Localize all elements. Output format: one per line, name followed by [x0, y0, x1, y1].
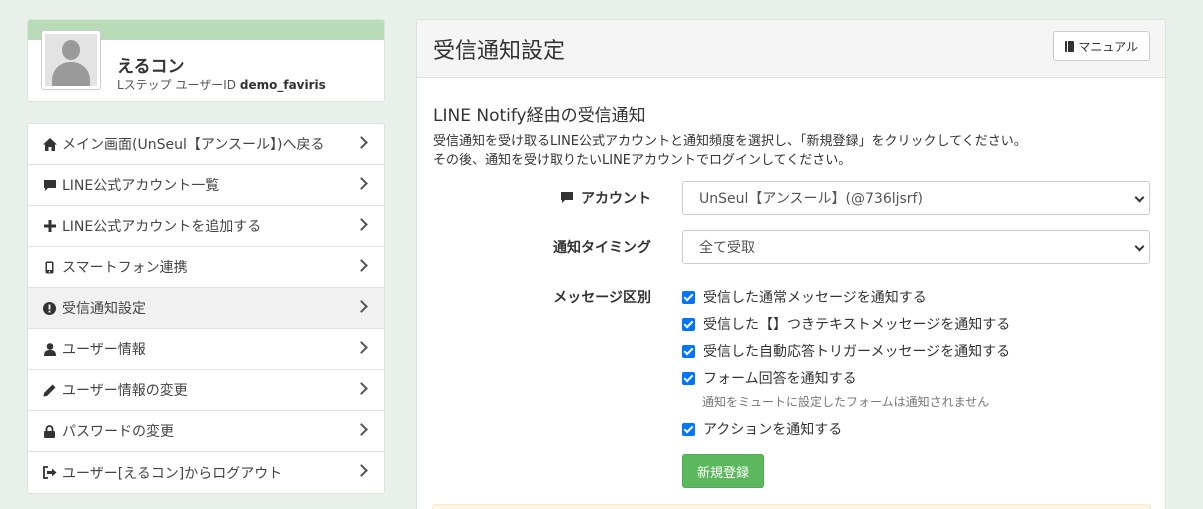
checkbox-form-answer[interactable]: フォーム回答を通知する	[682, 368, 857, 388]
profile-name: えるコン	[117, 57, 185, 77]
menu-item-label: メイン画面(UnSeul【アンスール】)へ戻る	[62, 137, 325, 153]
profile-id-label: Lステップ ユーザーID	[117, 78, 237, 92]
timing-select[interactable]: 全て受取	[682, 230, 1150, 264]
description-line-2: その後、通知を受け取りたいLINEアカウントでログインしてください。	[433, 153, 852, 168]
comment-icon	[561, 192, 574, 203]
profile-user-id: Lステップ ユーザーID demo_faviris	[117, 76, 326, 93]
phone-icon	[42, 260, 57, 274]
timing-select-value: 全て受取	[699, 240, 755, 256]
menu-item-main[interactable]: メイン画面(UnSeul【アンスール】)へ戻る	[28, 124, 384, 165]
chevron-right-icon	[355, 218, 368, 231]
menu-item-add-account[interactable]: LINE公式アカウントを追加する	[28, 206, 384, 247]
notification-settings-panel: 受信通知設定 マニュアル LINE Notify経由の受信通知 受信通知を受け取…	[416, 19, 1166, 509]
chevron-right-icon	[355, 382, 368, 395]
checkbox-label: フォーム回答を通知する	[703, 371, 857, 387]
description-line-1: 受信通知を受け取るLINE公式アカウントと通知頻度を選択し、「新規登録」をクリッ…	[433, 134, 1027, 149]
page-title: 受信通知設定	[433, 39, 566, 64]
home-icon	[42, 137, 57, 151]
manual-button-label: マニュアル	[1078, 39, 1138, 54]
chevron-right-icon	[355, 341, 368, 354]
exclamation-circle-icon	[42, 301, 57, 315]
profile-id-value: demo_faviris	[239, 78, 326, 92]
profile-card: えるコン Lステップ ユーザーID demo_faviris	[27, 19, 385, 102]
menu-item-edit-user[interactable]: ユーザー情報の変更	[28, 370, 384, 411]
checkbox-label: 受信した通常メッセージを通知する	[703, 290, 927, 306]
checkbox-label: アクションを通知する	[703, 422, 843, 438]
menu-item-label: LINE公式アカウントを追加する	[62, 219, 262, 235]
comment-icon	[42, 178, 57, 192]
form-answer-help-text: 通知をミュートに設定したフォームは通知されません	[702, 395, 990, 409]
chevron-right-icon	[355, 464, 368, 477]
menu-item-user-info[interactable]: ユーザー情報	[28, 329, 384, 370]
checkbox-auto-reply-message[interactable]: 受信した自動応答トリガーメッセージを通知する	[682, 341, 1010, 361]
chevron-right-icon	[355, 177, 368, 190]
warning-alert	[432, 504, 1151, 509]
pencil-icon	[42, 383, 57, 397]
menu-item-smartphone[interactable]: スマートフォン連携	[28, 247, 384, 288]
menu-item-line-accounts[interactable]: LINE公式アカウント一覧	[28, 165, 384, 206]
menu-item-label: パスワードの変更	[62, 424, 174, 440]
menu-item-logout[interactable]: ユーザー[えるコン]からログアウト	[28, 452, 384, 493]
checkbox-label: 受信した自動応答トリガーメッセージを通知する	[703, 344, 1011, 360]
section-description: 受信通知を受け取るLINE公式アカウントと通知頻度を選択し、「新規登録」をクリッ…	[433, 132, 1027, 170]
menu-item-label: LINE公式アカウント一覧	[62, 178, 220, 194]
message-distinction-label: メッセージ区別	[553, 290, 651, 306]
checkbox-label: 受信した【】つきテキストメッセージを通知する	[703, 317, 1011, 333]
chevron-right-icon	[355, 136, 368, 149]
chevron-down-icon	[1134, 241, 1145, 252]
chevron-right-icon	[355, 423, 368, 436]
side-menu: メイン画面(UnSeul【アンスール】)へ戻る LINE公式アカウント一覧 LI…	[27, 123, 385, 494]
checkbox-normal-message[interactable]: 受信した通常メッセージを通知する	[682, 287, 927, 307]
menu-item-label: ユーザー情報	[62, 342, 146, 358]
menu-item-label: 受信通知設定	[62, 301, 146, 317]
register-button[interactable]: 新規登録	[682, 454, 764, 488]
section-title: LINE Notify経由の受信通知	[433, 106, 646, 126]
menu-item-notification-settings[interactable]: 受信通知設定	[28, 288, 384, 329]
user-icon	[42, 342, 57, 356]
timing-label: 通知タイミング	[553, 240, 651, 256]
menu-item-label: ユーザー情報の変更	[62, 383, 188, 399]
account-label: アカウント	[431, 188, 651, 208]
lock-icon	[42, 424, 57, 438]
checkbox-bracket-message[interactable]: 受信した【】つきテキストメッセージを通知する	[682, 314, 1010, 334]
logout-icon	[42, 466, 57, 480]
chevron-right-icon	[355, 259, 368, 272]
panel-header: 受信通知設定 マニュアル	[417, 20, 1165, 78]
account-select-value: UnSeul【アンスール】(@736ljsrf)	[699, 191, 923, 207]
checkbox-checked-icon[interactable]	[682, 422, 695, 436]
checkbox-checked-icon[interactable]	[682, 371, 695, 385]
avatar	[41, 30, 101, 90]
account-select[interactable]: UnSeul【アンスール】(@736ljsrf)	[682, 181, 1150, 215]
menu-item-label: ユーザー[えるコン]からログアウト	[62, 465, 283, 482]
book-icon	[1065, 40, 1075, 52]
menu-item-change-password[interactable]: パスワードの変更	[28, 411, 384, 452]
plus-icon	[42, 219, 57, 233]
menu-item-label: スマートフォン連携	[62, 260, 188, 276]
account-label-text: アカウント	[581, 191, 651, 207]
checkbox-action[interactable]: アクションを通知する	[682, 419, 842, 439]
checkbox-checked-icon[interactable]	[682, 317, 695, 331]
chevron-down-icon	[1134, 192, 1145, 203]
checkbox-checked-icon[interactable]	[682, 290, 695, 304]
chevron-right-icon	[355, 300, 368, 313]
manual-button[interactable]: マニュアル	[1053, 31, 1150, 61]
checkbox-checked-icon[interactable]	[682, 344, 695, 358]
